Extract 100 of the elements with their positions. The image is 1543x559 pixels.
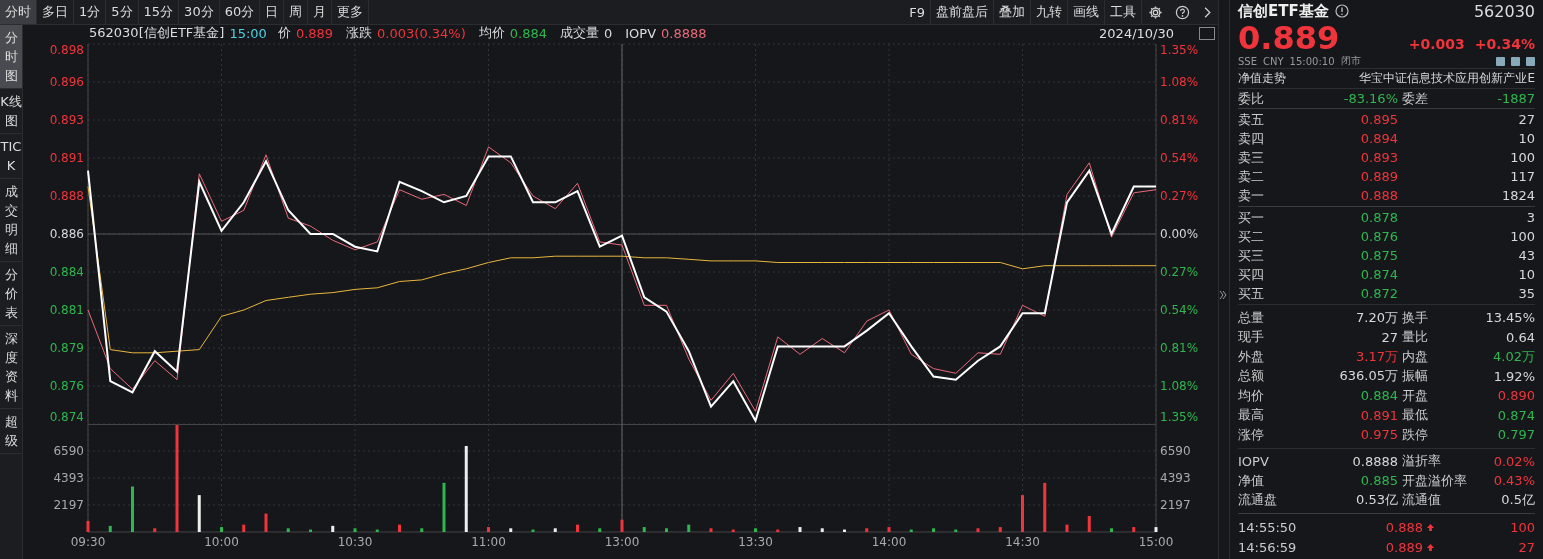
axis-label: 4393 [1160, 471, 1191, 485]
stat-label: 外盘 [1238, 347, 1265, 366]
stat-value: 4.02万 [1492, 347, 1535, 366]
exchange-label: SSE [1238, 55, 1257, 67]
axis-label: 0.888 [49, 189, 84, 203]
trade-time: 14:55:50 [1238, 519, 1297, 535]
stat-value: 7.20万 [1355, 308, 1398, 327]
ratio-label: 委差 [1401, 89, 1429, 108]
time-value: 15:00 [229, 25, 267, 41]
order-level: 卖二 [1238, 167, 1265, 186]
time-label: 10:00 [204, 535, 239, 549]
stat-label: 量比 [1401, 328, 1429, 347]
time-label: 10:30 [337, 535, 373, 549]
field-value: 0 [604, 25, 613, 41]
stat-value: 0.02% [1492, 453, 1535, 469]
stat-label: 溢折率 [1401, 452, 1442, 471]
order-volume: 100 [1509, 150, 1535, 165]
order-price: 0.888 [1359, 188, 1398, 203]
ratio-value: -1887 [1496, 91, 1535, 106]
order-price: 0.894 [1359, 131, 1398, 146]
stat-value: 0.5亿 [1500, 491, 1535, 510]
field-value: 0.8888 [661, 25, 707, 41]
axis-label: 0.54% [1160, 303, 1199, 317]
order-volume: 10 [1517, 131, 1535, 146]
axis-label: 0.27% [1160, 265, 1199, 279]
stat-value: 0.885 [1359, 473, 1398, 489]
order-price: 0.878 [1359, 210, 1398, 225]
field-label: 成交量 [560, 24, 599, 42]
stat-label: 内盘 [1401, 347, 1429, 366]
order-price: 0.893 [1359, 150, 1398, 165]
stat-label: 现手 [1238, 328, 1265, 347]
time-label: 13:00 [604, 535, 640, 549]
axis-label: 0.891 [49, 151, 84, 165]
axis-label: 2197 [53, 498, 84, 512]
order-level: 买三 [1238, 246, 1265, 265]
stat-label: 流通盘 [1238, 491, 1278, 510]
axis-label: 0.898 [49, 43, 84, 57]
order-volume: 10 [1517, 267, 1535, 282]
order-level: 买四 [1238, 265, 1265, 284]
stat-value: 0.891 [1359, 407, 1398, 423]
order-volume: 35 [1517, 286, 1535, 301]
stat-label: 净值 [1238, 471, 1265, 490]
order-level: 买二 [1238, 227, 1265, 246]
stat-value: 0.797 [1496, 427, 1535, 443]
axis-label: 0.81% [1160, 341, 1199, 355]
field-value: 0.003(0.34%) [377, 25, 466, 41]
order-level: 卖三 [1238, 148, 1265, 167]
ratio-value: -83.16% [1342, 91, 1398, 106]
price-change: +0.003 [1408, 36, 1465, 52]
last-price: 0.889 [1238, 22, 1340, 54]
order-price: 0.876 [1359, 229, 1398, 244]
trade-price: 0.888 [1385, 519, 1423, 535]
ratio-label: 委比 [1238, 89, 1265, 108]
axis-label: 0.54% [1160, 151, 1199, 165]
axis-label: 6590 [53, 444, 84, 458]
order-level: 卖五 [1238, 110, 1265, 129]
order-level: 卖一 [1238, 186, 1265, 205]
field-value: 0.889 [295, 25, 334, 41]
order-volume: 3 [1525, 210, 1535, 225]
order-price: 0.875 [1359, 248, 1398, 263]
order-level: 买一 [1238, 208, 1265, 227]
stat-label: 总量 [1238, 308, 1265, 327]
stat-label: 总额 [1238, 367, 1265, 386]
axis-label: 0.896 [49, 75, 84, 89]
stat-value: 0.53亿 [1355, 491, 1398, 510]
axis-label: 0.81% [1160, 113, 1199, 127]
fund-code: 562030 [1473, 1, 1535, 21]
fund-name: 信创ETF基金 [1238, 1, 1329, 21]
stat-value: 0.43% [1492, 473, 1535, 489]
stat-value: 3.17万 [1355, 347, 1398, 366]
stat-value: 0.890 [1496, 388, 1535, 404]
order-price: 0.889 [1359, 169, 1398, 184]
stat-value: 13.45% [1484, 310, 1535, 326]
stat-value: 0.884 [1359, 388, 1398, 404]
trade-volume: 27 [1517, 539, 1535, 555]
stat-label: 涨停 [1238, 425, 1265, 444]
security-name: 562030[信创ETF基金] [89, 24, 225, 42]
order-price: 0.872 [1359, 286, 1398, 301]
stat-label: 开盘 [1401, 386, 1429, 405]
axis-label: 0.00% [1160, 227, 1199, 241]
stat-value: 27 [1380, 329, 1398, 345]
stat-label: 振幅 [1401, 367, 1429, 386]
trade-volume: 100 [1509, 519, 1535, 535]
stat-value: 0.874 [1496, 407, 1535, 423]
axis-label: 0.874 [49, 410, 84, 424]
time-label: 14:30 [1005, 535, 1040, 549]
index-name: 华宝中证信息技术应用创新产业E [1359, 70, 1535, 87]
stat-label: 换手 [1401, 308, 1429, 327]
trade-price: 0.889 [1385, 539, 1423, 555]
axis-label: 6590 [1160, 444, 1191, 458]
axis-label: 0.27% [1160, 189, 1199, 203]
axis-label: 0.884 [49, 265, 84, 279]
quote-time: 15:00:10 [1289, 55, 1335, 67]
axis-label: 0.879 [49, 341, 84, 355]
stat-value: 1.92% [1492, 368, 1535, 384]
time-label: 15:00 [1138, 535, 1174, 549]
axis-label: 0.893 [49, 113, 84, 127]
stat-value: 636.05万 [1338, 367, 1398, 386]
stat-label: 最高 [1238, 406, 1265, 425]
date-label: 2024/10/30 [1099, 25, 1174, 41]
